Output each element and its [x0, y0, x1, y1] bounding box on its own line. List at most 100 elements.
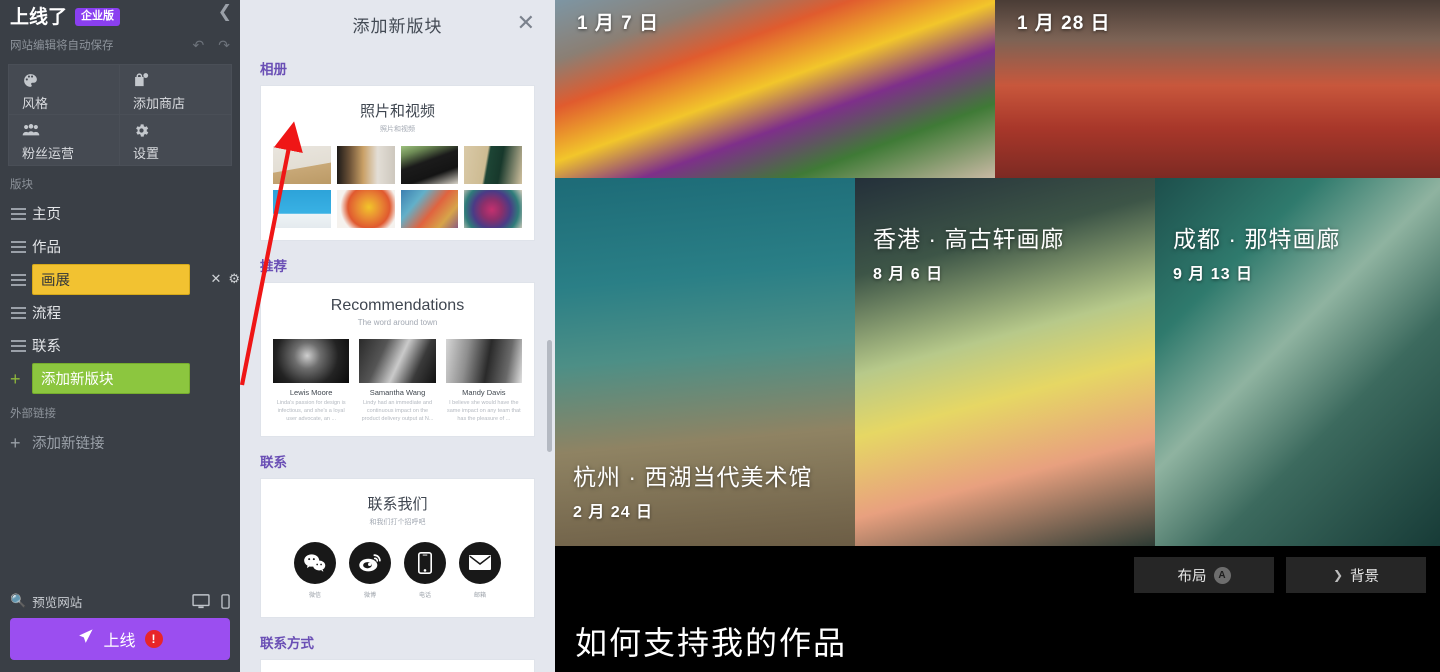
template-card-recommendations[interactable]: Recommendations The word around town Lew…	[260, 282, 535, 437]
external-links-heading: 外部链接	[10, 408, 56, 420]
section-label: 作品	[32, 240, 61, 256]
drag-handle-icon[interactable]	[8, 240, 32, 253]
autosave-bar: 网站编辑将自动保存 ↶ ↷	[0, 30, 240, 60]
quick-action-label: 设置	[133, 146, 160, 161]
thumbnail	[273, 146, 331, 184]
add-link-label: 添加新链接	[32, 436, 105, 452]
left-sidebar: 上线了 企业版 ❮ 网站编辑将自动保存 ↶ ↷ 风格 添加商店 粉丝运营 设置 …	[0, 0, 240, 672]
chevron-left-icon[interactable]: ❮	[218, 3, 232, 20]
panel-header: 添加新版块 ✕	[240, 0, 555, 48]
drag-handle-icon[interactable]	[8, 339, 32, 352]
sidebar-footer: 🔍 预览网站 上线 !	[0, 584, 240, 672]
mobile-icon[interactable]	[221, 593, 230, 609]
close-icon[interactable]: ✕	[517, 12, 535, 34]
section-label: 流程	[32, 306, 61, 322]
close-icon[interactable]: ✕	[210, 271, 221, 287]
redo-icon[interactable]: ↷	[218, 37, 230, 54]
autosave-label: 网站编辑将自动保存	[10, 40, 114, 52]
layout-button[interactable]: 布局 A	[1134, 557, 1274, 593]
sidebar-item-exhibition[interactable]: 画展 ✕ ⚙	[8, 263, 240, 296]
group-heading-album: 相册	[260, 62, 287, 77]
section-label: 主页	[32, 207, 61, 223]
template-card-contact-social[interactable]: 联系我们 和我们打个招呼吧 微信 微博 电话 邮箱	[260, 477, 535, 618]
app-root: 上线了 企业版 ❮ 网站编辑将自动保存 ↶ ↷ 风格 添加商店 粉丝运营 设置 …	[0, 0, 1440, 672]
layout-shortcut-badge: A	[1213, 566, 1231, 584]
quick-action-label: 添加商店	[133, 96, 186, 111]
drag-handle-icon[interactable]	[8, 207, 32, 220]
quick-action-label: 粉丝运营	[22, 146, 75, 161]
group-heading-recommend: 推荐	[260, 259, 287, 274]
canvas-toolbar: 布局 A ❯ 背景	[555, 546, 1440, 604]
quick-action-add-shop[interactable]: 添加商店	[120, 65, 231, 115]
thumbnail-grid	[269, 146, 526, 228]
thumbnail	[336, 190, 395, 228]
template-card-contact-me[interactable]: Contact Me Let's grab a cup!	[260, 658, 535, 672]
quick-action-label: 风格	[22, 96, 49, 111]
drag-handle-icon[interactable]	[8, 273, 32, 286]
gallery-row-mid: 杭州 · 西湖当代美术馆 2 月 24 日 香港 · 高古轩画廊 8 月 6 日…	[555, 178, 1440, 546]
background-label: 背景	[1350, 568, 1380, 585]
social-item-email: 邮箱	[459, 541, 501, 599]
bottom-heading: 如何支持我的作品	[575, 625, 848, 661]
panel-body[interactable]: 相册 照片和视频 照片和视频 推荐 Recommendations The wo…	[240, 48, 555, 672]
thumbnail	[336, 146, 395, 184]
gear-icon[interactable]: ⚙	[228, 271, 240, 287]
sidebar-item-contact[interactable]: 联系	[8, 329, 232, 362]
background-button[interactable]: ❯ 背景	[1286, 557, 1426, 593]
tile-title: 成都 · 那特画廊	[1173, 225, 1341, 252]
tile-caption: 成都 · 那特画廊 9 月 13 日	[1173, 224, 1422, 284]
search-icon: 🔍	[10, 593, 27, 608]
template-card-photo-video[interactable]: 照片和视频 照片和视频	[260, 85, 535, 241]
gallery-tile[interactable]: 1 月 7 日	[555, 0, 995, 178]
plus-icon: +	[10, 432, 21, 453]
layout-label: 布局	[1177, 568, 1207, 585]
undo-icon[interactable]: ↶	[193, 37, 205, 54]
card-subtitle: 和我们打个招呼吧	[369, 518, 426, 526]
tile-date: 2 月 24 日	[573, 504, 654, 521]
person-photo	[359, 339, 436, 383]
desktop-icon[interactable]	[192, 593, 210, 609]
testimonial-row: Lewis Moore Linda's passion for design i…	[269, 339, 526, 424]
gallery-tile[interactable]: 杭州 · 西湖当代美术馆 2 月 24 日	[555, 178, 855, 546]
sidebar-item-works[interactable]: 作品	[8, 230, 232, 263]
person-name: Mandy Davis	[462, 388, 506, 397]
social-item-weibo: 微博	[349, 541, 391, 599]
person-quote: Linda's passion for design is infectious…	[276, 400, 346, 422]
tile-date: 1 月 7 日	[577, 13, 659, 34]
drag-handle-icon[interactable]	[8, 306, 32, 319]
quick-action-settings[interactable]: 设置	[120, 115, 231, 165]
person-quote: Lindy had an immediate and continuous im…	[361, 400, 434, 422]
publish-button[interactable]: 上线 !	[10, 618, 230, 660]
tile-caption: 杭州 · 西湖当代美术馆 2 月 24 日	[573, 462, 837, 522]
add-section-button[interactable]: + 添加新版块	[8, 362, 232, 395]
panel-scrollbar[interactable]	[547, 340, 552, 452]
social-label: 微信	[308, 592, 321, 599]
preview-site-row[interactable]: 🔍 预览网站	[10, 584, 230, 618]
person-photo	[273, 339, 350, 383]
section-label-active: 画展	[32, 264, 190, 295]
sections-heading: 版块	[10, 179, 33, 191]
tile-date: 1 月 28 日	[1017, 13, 1111, 34]
add-link-button[interactable]: + 添加新链接	[8, 426, 232, 459]
sidebar-item-process[interactable]: 流程	[8, 296, 232, 329]
gear-icon	[133, 122, 231, 141]
tile-date: 8 月 6 日	[873, 266, 944, 283]
section-label: 联系	[32, 339, 61, 355]
app-logo: 上线了	[10, 6, 68, 28]
card-title: Recommendations	[330, 297, 465, 314]
gallery-tile[interactable]: 1 月 28 日	[995, 0, 1440, 178]
quick-action-fans[interactable]: 粉丝运营	[9, 115, 120, 165]
phone-icon	[404, 541, 446, 584]
tile-caption: 香港 · 高古轩画廊 8 月 6 日	[873, 224, 1137, 284]
person-photo	[445, 339, 522, 383]
quick-action-style[interactable]: 风格	[9, 65, 120, 115]
card-title: 联系我们	[367, 495, 428, 513]
gallery-tile[interactable]: 香港 · 高古轩画廊 8 月 6 日	[855, 178, 1155, 546]
weibo-icon	[349, 541, 391, 584]
social-label: 微博	[363, 592, 376, 599]
testimonial-item: Lewis Moore Linda's passion for design i…	[273, 339, 350, 424]
sidebar-item-home[interactable]: 主页	[8, 197, 232, 230]
chevron-right-icon: ❯	[1332, 568, 1344, 582]
publish-label: 上线	[103, 633, 136, 650]
gallery-tile[interactable]: 成都 · 那特画廊 9 月 13 日	[1155, 178, 1440, 546]
